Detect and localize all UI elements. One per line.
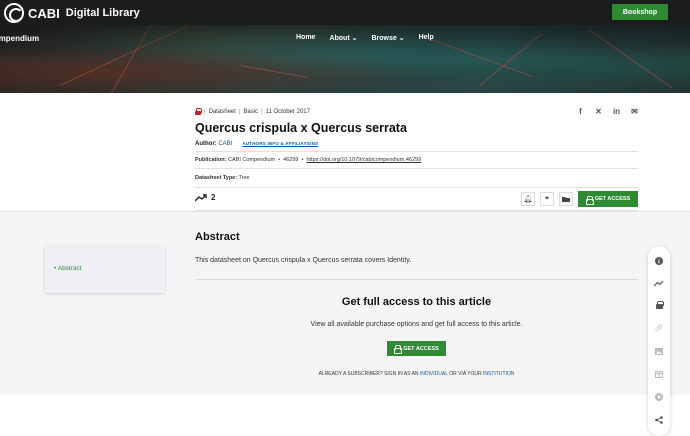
brand-sub: Digital Library <box>65 7 140 19</box>
nav-about[interactable]: About ⌄ <box>329 34 357 42</box>
cite-button[interactable]: ❞ <box>540 192 554 206</box>
email-icon[interactable]: ✉ <box>630 107 639 116</box>
author-line: Author: CABI AUTHORS INFO & AFFILIATIONS <box>195 141 318 147</box>
full-access-text: View all available purchase options and … <box>310 321 523 328</box>
hero-banner: Compendium Home About ⌄ Browse ⌄ Help <box>0 25 690 93</box>
divider <box>195 151 638 152</box>
share-icon[interactable] <box>654 415 664 425</box>
article-level: Basic <box>243 108 259 115</box>
full-access-heading: Get full access to this article <box>341 296 492 308</box>
bookshop-button[interactable]: Bookshop <box>612 4 668 20</box>
folder-icon <box>562 197 570 202</box>
table-icon[interactable] <box>654 369 664 379</box>
info-icon[interactable] <box>654 256 664 266</box>
top-bar: CABI Digital Library Bookshop <box>0 0 690 25</box>
divider <box>195 168 638 169</box>
trending-icon[interactable] <box>654 278 664 288</box>
author-label: Author: <box>195 141 217 147</box>
nav-help[interactable]: Help <box>419 34 434 42</box>
lock-icon <box>394 345 403 354</box>
get-access-button-top[interactable]: GET ACCESS <box>578 191 638 207</box>
cabi-logo[interactable]: CABI Digital Library <box>4 3 140 23</box>
institution-signin-link[interactable]: INSTITUTION <box>483 371 514 377</box>
brand-name: CABI <box>28 5 60 21</box>
share-icons: f ✕ in ✉ <box>576 107 639 116</box>
subscriber-signin: ALREADY A SUBSCRIBER? SIGN IN AS AN INDI… <box>318 371 515 377</box>
authors-affiliations-link[interactable]: AUTHORS INFO & AFFILIATIONS <box>242 141 318 147</box>
abstract-text: This datasheet on Quercus crispula x Que… <box>195 257 412 264</box>
image-icon[interactable] <box>654 346 664 356</box>
metrics[interactable]: 2 <box>195 193 215 202</box>
cabi-logo-icon <box>4 3 24 23</box>
table-of-contents: • Abstract <box>45 246 165 293</box>
nav-home[interactable]: Home <box>296 34 315 42</box>
linkedin-icon[interactable]: in <box>612 107 621 116</box>
publication-name: CABI Compendium <box>228 157 276 163</box>
publication-label: Publication: <box>195 157 227 163</box>
author-link[interactable]: CABI <box>218 141 232 147</box>
divider <box>195 279 638 280</box>
add-to-folder-button[interactable] <box>559 192 573 206</box>
publication-line: Publication: CABI Compendium • 46299 • h… <box>195 157 422 163</box>
quote-icon: ❞ <box>545 194 549 204</box>
trending-icon <box>195 193 207 201</box>
side-toolbar: 🔗︎ <box>648 246 670 436</box>
play-icon[interactable] <box>654 392 664 402</box>
link-icon[interactable]: 🔗︎ <box>654 323 664 333</box>
article-title: Quercus crispula x Quercus serrata <box>195 121 407 135</box>
publication-number: 46299 <box>283 157 299 163</box>
datasheet-type-label: Datasheet Type: <box>195 175 238 181</box>
article-type: Datasheet <box>208 108 236 115</box>
get-access-button[interactable]: GET ACCESS <box>387 341 446 356</box>
lock-icon <box>585 195 594 205</box>
article-meta: | Datasheet | Basic | 11 October 2017 <box>195 108 310 115</box>
alert-button[interactable]: 🔔︎ <box>521 192 535 206</box>
facebook-icon[interactable]: f <box>576 107 585 116</box>
main-nav: Home About ⌄ Browse ⌄ Help <box>296 34 434 42</box>
abstract-heading: Abstract <box>195 231 240 243</box>
datasheet-type-line: Datasheet Type: Tree <box>195 175 250 181</box>
compendium-title[interactable]: Compendium <box>0 34 39 43</box>
datasheet-type-value: Tree <box>238 175 250 181</box>
lock-icon[interactable] <box>654 300 664 310</box>
metric-count: 2 <box>211 193 216 202</box>
lock-icon <box>195 108 202 115</box>
doi-link[interactable]: https://doi.org/10.1079/cabicompendium.4… <box>306 157 421 163</box>
individual-signin-link[interactable]: INDIVIDUAL <box>420 371 448 377</box>
bell-icon: 🔔︎ <box>523 196 533 203</box>
divider <box>195 187 638 188</box>
nav-browse[interactable]: Browse ⌄ <box>371 34 404 42</box>
article-date: 11 October 2017 <box>265 108 310 115</box>
x-icon[interactable]: ✕ <box>594 107 603 116</box>
toc-item-abstract[interactable]: • Abstract <box>54 265 82 272</box>
